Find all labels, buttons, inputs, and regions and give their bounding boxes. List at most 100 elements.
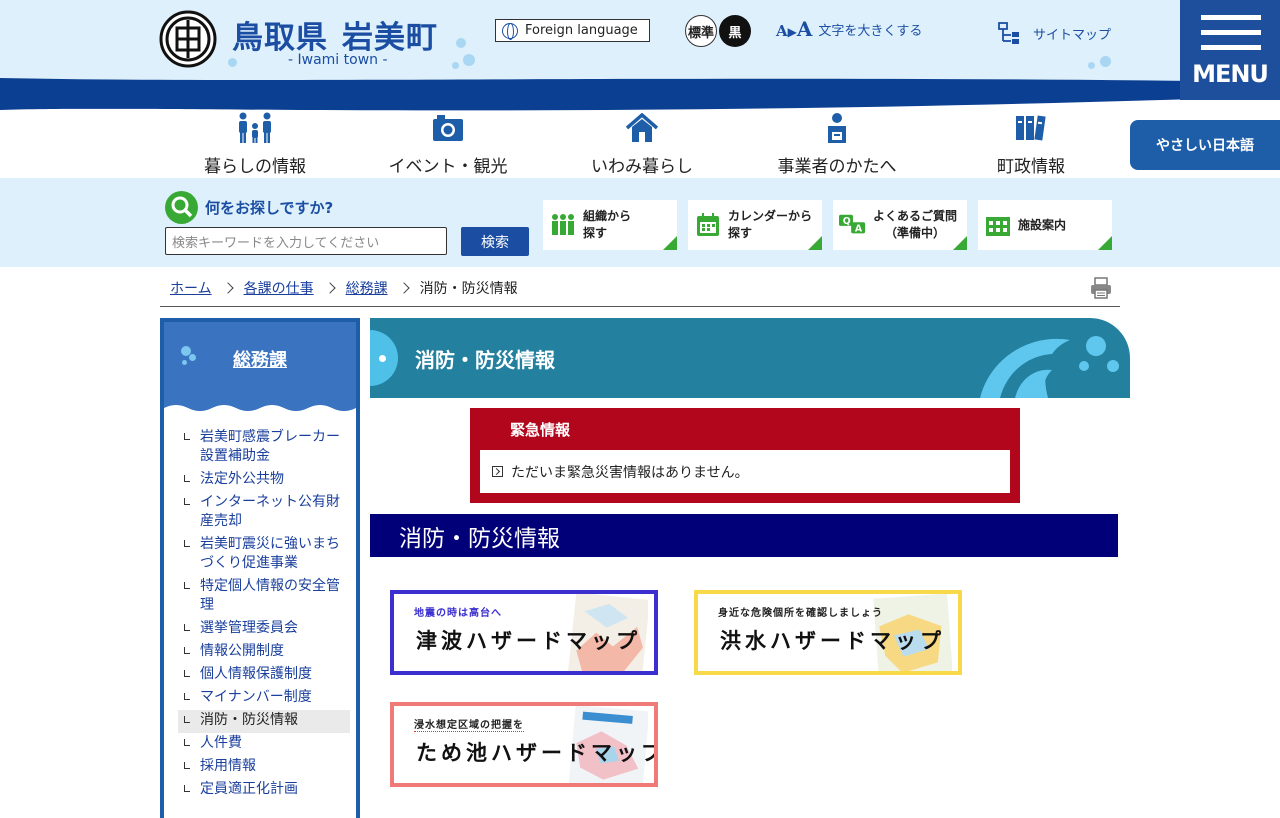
sidebar-item[interactable]: インターネット公有財産売却 — [178, 492, 350, 534]
qa-icon: QA — [839, 211, 867, 239]
house-icon — [562, 112, 722, 144]
easy-japanese-button[interactable]: やさしい日本語 — [1130, 120, 1280, 170]
corner-arrow-icon — [808, 236, 822, 250]
corner-arrow-icon — [953, 236, 967, 250]
decor-bubble — [1088, 62, 1095, 69]
header-wave-decoration — [0, 78, 1280, 112]
chevron-right-icon — [397, 282, 410, 294]
sidebar: 総務課 岩美町感震ブレーカー設置補助金 法定外公共物 インターネット公有財産売却… — [160, 318, 360, 818]
banner-caption: 浸水想定区域の把握を — [414, 716, 524, 732]
foreign-language-label: Foreign language — [525, 23, 638, 38]
town-name: 岩美町 — [342, 20, 438, 56]
organization-icon — [549, 211, 577, 239]
emergency-title: 緊急情報 — [510, 421, 571, 439]
town-emblem-icon[interactable] — [159, 10, 217, 68]
sidebar-list: 岩美町感震ブレーカー設置補助金 法定外公共物 インターネット公有財産売却 岩美町… — [178, 427, 350, 802]
prefecture-name: 鳥取県 — [232, 20, 328, 56]
businessperson-icon — [757, 112, 917, 144]
banner-title: 津波ハザードマップ — [416, 629, 641, 653]
site-logo-title[interactable]: 鳥取県 岩美町 — [232, 12, 438, 57]
quick-link-faq[interactable]: QA よくあるご質問 （準備中） — [833, 200, 967, 250]
color-standard-button[interactable]: 標準 — [685, 15, 717, 47]
print-icon[interactable] — [1090, 277, 1112, 299]
sidebar-wave-decoration — [164, 405, 356, 418]
sidebar-item[interactable]: 人件費 — [178, 733, 350, 756]
breadcrumb: ホーム 各課の仕事 総務課 消防・防災情報 — [170, 278, 518, 298]
font-enlarge-button[interactable]: A▶A 文字を大きくする — [776, 17, 922, 41]
nav-item-label: 事業者のかたへ — [777, 157, 897, 177]
building-icon — [984, 211, 1012, 239]
breadcrumb-link[interactable]: 総務課 — [346, 278, 388, 298]
quick-link-facilities[interactable]: 施設案内 — [978, 200, 1112, 250]
wave-illustration-icon — [980, 336, 1119, 398]
breadcrumb-link[interactable]: 各課の仕事 — [244, 278, 314, 298]
search-wave-decoration — [0, 180, 1280, 190]
nav-item-label: 暮らしの情報 — [204, 157, 306, 177]
svg-text:A: A — [855, 224, 863, 235]
banner-caption: 身近な危険個所を確認しましょう — [718, 608, 883, 619]
sitemap-label: サイトマップ — [1033, 27, 1112, 43]
search-area: 何をお探しですか? 検索キーワードを入力してください 検索 組織から 探す カレン… — [0, 178, 1280, 267]
sidebar-item[interactable]: 個人情報保護制度 — [178, 664, 350, 687]
decor-bubble — [182, 360, 187, 365]
quick-link-label: カレンダーから 探す — [728, 209, 813, 240]
nav-item-label: 町政情報 — [997, 157, 1065, 177]
site-logo-subtitle: - Iwami town - — [288, 52, 388, 68]
banner-title: ため池ハザードマップ — [416, 741, 658, 765]
font-enlarge-label: 文字を大きくする — [818, 23, 923, 39]
emergency-panel: 緊急情報 ただいま緊急災害情報はありません。 — [470, 408, 1020, 503]
nav-item-iwami-life[interactable]: いわみ暮らし — [562, 112, 722, 177]
menu-label: MENU — [1192, 60, 1269, 88]
chevron-right-icon — [323, 282, 336, 294]
nav-item-business[interactable]: 事業者のかたへ — [757, 112, 917, 177]
nav-item-administration[interactable]: 町政情報 — [951, 112, 1111, 177]
arrow-right-icon — [492, 466, 503, 477]
globe-icon — [502, 22, 518, 40]
sidebar-title[interactable]: 総務課 — [233, 346, 287, 372]
sidebar-item[interactable]: 採用情報 — [178, 756, 350, 779]
nav-item-events[interactable]: イベント・観光 — [368, 112, 528, 177]
decor-bubble — [189, 354, 196, 361]
page-title: 消防・防災情報 — [415, 348, 555, 372]
font-size-icon: A▶A — [776, 17, 813, 41]
search-button[interactable]: 検索 — [461, 227, 529, 256]
sidebar-item[interactable]: 特定個人情報の安全管理 — [178, 576, 350, 618]
decor-bubble — [452, 62, 459, 69]
sidebar-item[interactable]: 情報公開制度 — [178, 641, 350, 664]
calendar-icon — [694, 211, 722, 239]
sidebar-item[interactable]: マイナンバー制度 — [178, 687, 350, 710]
flood-hazard-map-banner[interactable]: 身近な危険個所を確認しましょう 洪水ハザードマップ — [694, 590, 962, 675]
binders-icon — [951, 112, 1111, 144]
sidebar-item[interactable]: 法定外公共物 — [178, 469, 350, 492]
svg-text:Q: Q — [843, 216, 851, 227]
sitemap-link[interactable]: サイトマップ — [997, 21, 1111, 45]
decor-bubble — [463, 54, 475, 66]
breadcrumb-home-link[interactable]: ホーム — [170, 278, 212, 298]
search-icon — [165, 191, 198, 224]
breadcrumb-divider — [160, 306, 1120, 307]
corner-arrow-icon — [663, 236, 677, 250]
breadcrumb-current: 消防・防災情報 — [419, 281, 518, 297]
sitemap-icon — [998, 22, 1019, 44]
sidebar-item[interactable]: 岩美町震災に強いまちづくり促進事業 — [178, 534, 350, 576]
sidebar-item[interactable]: 定員適正化計画 — [178, 779, 350, 802]
corner-arrow-icon — [1098, 236, 1112, 250]
banner-caption: 地震の時は高台へ — [414, 608, 502, 619]
nav-item-label: イベント・観光 — [388, 157, 508, 177]
decor-bubble — [228, 58, 237, 67]
sidebar-item-current[interactable]: 消防・防災情報 — [178, 710, 350, 733]
decor-circle — [370, 330, 398, 386]
quick-link-organization[interactable]: 組織から 探す — [543, 200, 677, 250]
menu-button[interactable]: MENU — [1180, 0, 1280, 100]
sidebar-item[interactable]: 岩美町感震ブレーカー設置補助金 — [178, 427, 350, 469]
search-input[interactable]: 検索キーワードを入力してください — [165, 227, 447, 255]
foreign-language-select[interactable]: Foreign language — [495, 19, 650, 42]
nav-item-living[interactable]: 暮らしの情報 — [175, 112, 335, 177]
sidebar-item[interactable]: 選挙管理委員会 — [178, 618, 350, 641]
color-black-button[interactable]: 黒 — [719, 15, 751, 47]
tsunami-hazard-map-banner[interactable]: 地震の時は高台へ 津波ハザードマップ — [390, 590, 658, 675]
camera-icon — [368, 112, 528, 144]
reservoir-hazard-map-banner[interactable]: 浸水想定区域の把握を ため池ハザードマップ — [390, 702, 658, 787]
section-heading: 消防・防災情報 — [370, 514, 1118, 557]
quick-link-calendar[interactable]: カレンダーから 探す — [688, 200, 822, 250]
